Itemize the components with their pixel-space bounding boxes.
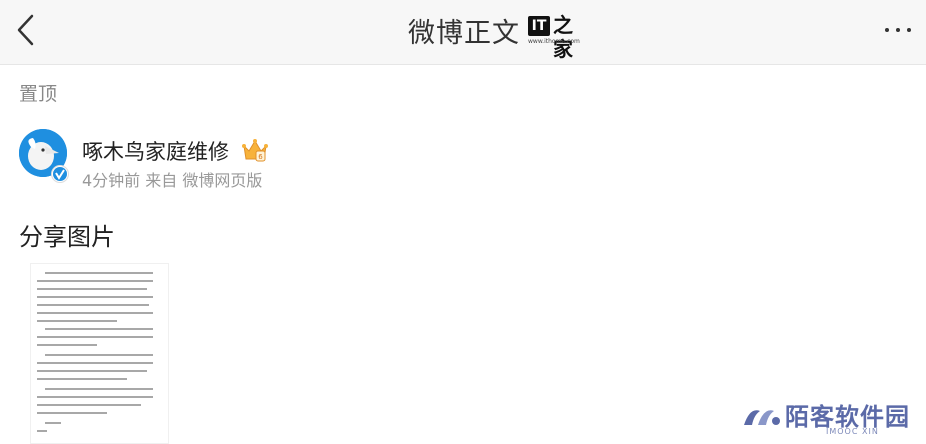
- crown-badge-icon[interactable]: 6: [241, 137, 269, 163]
- ithome-logo-url: www.ithome.com: [528, 38, 580, 45]
- watermark-sub: IMOOC XIN: [826, 427, 879, 436]
- post-image-thumbnail[interactable]: [30, 263, 169, 444]
- back-button[interactable]: [12, 12, 42, 48]
- more-button[interactable]: [883, 24, 913, 36]
- top-bar: 微博正文 IT 之家 www.ithome.com: [0, 0, 926, 65]
- title-area: 微博正文 IT 之家 www.ithome.com: [408, 10, 580, 61]
- author-name[interactable]: 啄木鸟家庭维修: [82, 136, 229, 166]
- watermark-logo-icon: [744, 410, 780, 425]
- watermark: 陌客软件园 IMOOC XIN: [740, 397, 920, 439]
- chevron-left-icon[interactable]: [12, 12, 42, 48]
- post-text: 分享图片: [19, 223, 115, 251]
- more-dot: [907, 28, 911, 32]
- ithome-logo: IT 之家 www.ithome.com: [528, 13, 580, 61]
- svg-text:6: 6: [258, 153, 263, 161]
- page-title: 微博正文: [408, 17, 520, 49]
- verified-icon: [51, 165, 69, 183]
- more-dot: [885, 28, 889, 32]
- ithome-logo-mark: IT: [528, 16, 550, 36]
- post-meta: 4分钟前 来自 微博网页版: [82, 171, 263, 190]
- pinned-label: 置顶: [19, 83, 58, 105]
- ithome-logo-chinese: 之家: [553, 13, 573, 61]
- more-dot: [896, 28, 900, 32]
